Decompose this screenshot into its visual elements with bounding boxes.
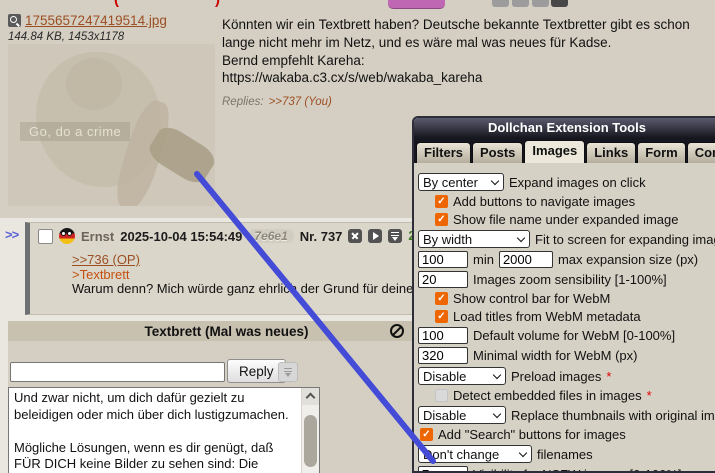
poster-name: Ernst — [81, 229, 114, 244]
panel-tabbar: Filters Posts Images Links Form Common — [414, 138, 715, 163]
play-icon — [373, 232, 379, 240]
option-row: Minimal width for WebM (px) — [418, 347, 715, 364]
badge-fragment — [388, 0, 445, 9]
expand-down-icon — [284, 368, 292, 377]
scrollbar-thumb[interactable] — [304, 415, 317, 467]
button-fragment — [551, 0, 568, 7]
option-row: Don't change filenames — [418, 445, 715, 463]
webm-titles-checkbox[interactable] — [435, 310, 448, 323]
hide-post-button[interactable] — [348, 229, 362, 243]
expand-down-icon — [391, 232, 399, 241]
replies-label: Replies: — [222, 96, 264, 108]
detect-embedded-checkbox[interactable] — [435, 389, 448, 402]
zoom-sensibility-input[interactable] — [418, 271, 468, 288]
poster-id-badge: 7e6e1 — [248, 229, 293, 243]
tab-images[interactable]: Images — [524, 140, 585, 163]
close-icon — [351, 232, 359, 240]
imageboard-page: ( ) 1755657247419514.jpg 144.84 KB, 1453… — [0, 0, 715, 473]
filenames-select[interactable]: Don't change — [418, 445, 532, 463]
nav-buttons-checkbox[interactable] — [435, 195, 448, 208]
expand-form-button[interactable] — [278, 362, 298, 382]
tab-common[interactable]: Common — [687, 142, 715, 163]
tab-links[interactable]: Links — [586, 142, 636, 163]
replace-thumbnails-select[interactable]: Disable — [418, 406, 506, 424]
option-row: Load titles from WebM metadata — [435, 309, 715, 324]
chevron-up-icon — [306, 393, 316, 403]
post-number[interactable]: Nr. 737 — [300, 229, 343, 244]
option-row: Show control bar for WebM — [435, 291, 715, 306]
chevron-down-icon — [519, 449, 527, 457]
webm-volume-input[interactable] — [418, 327, 468, 344]
textarea-scrollbar[interactable] — [301, 388, 319, 473]
thumbnail-artwork — [66, 58, 122, 110]
min-expansion-input[interactable] — [418, 251, 468, 268]
search-buttons-checkbox[interactable] — [420, 428, 433, 441]
play-button[interactable] — [368, 229, 382, 243]
reply-draft-text: Und zwar nicht, um dich dafür gezielt zu… — [14, 390, 300, 473]
option-row: Images zoom sensibility [1-100%] — [418, 271, 715, 288]
chevron-down-icon — [493, 410, 501, 418]
reply-backlink[interactable]: >>737 (You) — [269, 96, 332, 108]
option-row: Visibility for NSFW images [0-100%] — [418, 466, 715, 473]
block-icon[interactable] — [390, 324, 404, 338]
quick-reply-form: Textbrett (Mal was neues) ↑ Reply Und zw… — [8, 321, 445, 473]
scroll-up-button[interactable] — [302, 388, 319, 405]
chevron-down-icon — [491, 177, 499, 185]
button-fragment — [532, 0, 549, 7]
op-message: Könnten wir ein Textbrett haben? Deutsch… — [222, 16, 714, 87]
option-row: Detect embedded files in images* — [435, 388, 715, 403]
option-row: By width Fit to screen for expanding ima… — [418, 230, 715, 248]
thread-title: Textbrett (Mal was neues) — [144, 324, 308, 339]
tab-form[interactable]: Form — [637, 142, 686, 163]
name-input[interactable] — [10, 362, 225, 382]
germany-ball-icon — [59, 228, 75, 244]
file-link[interactable]: 1755657247419514.jpg — [25, 13, 167, 28]
expand-post-button[interactable] — [388, 229, 402, 243]
panel-title[interactable]: Dollchan Extension Tools — [414, 118, 715, 138]
show-filename-checkbox[interactable] — [435, 213, 448, 226]
form-header[interactable]: Textbrett (Mal was neues) ↑ — [8, 321, 445, 341]
tab-posts[interactable]: Posts — [472, 142, 523, 163]
magnifier-icon[interactable] — [8, 14, 21, 27]
option-row: Disable Replace thumbnails with original… — [418, 406, 715, 424]
button-fragment — [492, 0, 509, 7]
fit-screen-select[interactable]: By width — [418, 230, 530, 248]
option-row: min max expansion size (px) — [418, 251, 715, 268]
chevron-down-icon — [493, 371, 501, 379]
subject-fragment: ( — [114, 0, 119, 8]
option-row: Default volume for WebM [0-100%] — [418, 327, 715, 344]
option-row: Add buttons to navigate images — [435, 194, 715, 209]
chevron-down-icon — [517, 234, 525, 242]
side-arrows: >> — [5, 227, 18, 242]
webm-minwidth-input[interactable] — [418, 347, 468, 364]
dollchan-panel: Dollchan Extension Tools Filters Posts I… — [412, 116, 715, 473]
tab-filters[interactable]: Filters — [416, 142, 471, 163]
post-date: 2025-10-04 15:54:49 — [120, 229, 242, 244]
nsfw-visibility-input[interactable] — [418, 466, 468, 473]
option-row: Disable Preload images* — [418, 367, 715, 385]
thumbnail-caption: Go, do a crime — [20, 122, 130, 141]
op-thumbnail[interactable]: Go, do a crime — [8, 44, 215, 206]
file-meta: 144.84 KB, 1453x1178 — [8, 31, 215, 43]
op-file-block: 1755657247419514.jpg 144.84 KB, 1453x117… — [8, 13, 215, 43]
max-expansion-input[interactable] — [499, 251, 553, 268]
webm-controlbar-checkbox[interactable] — [435, 292, 448, 305]
option-row: Show file name under expanded image — [435, 212, 715, 227]
quote-link[interactable]: >>736 (OP) — [72, 252, 140, 267]
preload-images-select[interactable]: Disable — [418, 367, 506, 385]
post-select-checkbox[interactable] — [38, 229, 53, 244]
button-fragment — [512, 0, 529, 7]
expand-images-select[interactable]: By center — [418, 173, 504, 191]
reply-textarea[interactable]: Und zwar nicht, um dich dafür gezielt zu… — [8, 387, 320, 473]
option-row: Add "Search" buttons for images — [420, 427, 715, 442]
option-row: By center Expand images on click — [418, 173, 715, 191]
replies-row: Replies: >>737 (You) — [222, 96, 332, 108]
subject-fragment: ) — [215, 0, 220, 8]
panel-body: By center Expand images on click Add but… — [414, 163, 715, 473]
reply-button[interactable]: Reply — [227, 359, 286, 383]
